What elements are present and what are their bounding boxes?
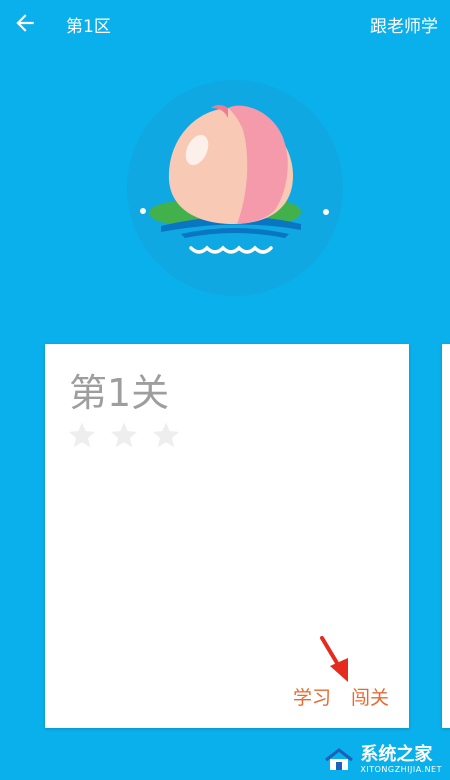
watermark-text: 系统之家 XITONGZHIJIA.NET — [360, 746, 442, 774]
challenge-button[interactable]: 闯关 — [351, 683, 389, 710]
level-card[interactable]: 第1关 学习 闯关 — [45, 344, 409, 728]
star-icon — [68, 422, 96, 448]
star-rating — [67, 420, 181, 450]
learn-button[interactable]: 学习 — [293, 683, 331, 710]
learn-with-teacher-link[interactable]: 跟老师学 — [370, 12, 438, 37]
watermark-main: 系统之家 — [360, 744, 433, 765]
peach-icon — [127, 80, 343, 296]
star-icon — [152, 422, 180, 448]
card-actions: 学习 闯关 — [293, 683, 389, 710]
pointer-arrow-icon — [320, 636, 348, 682]
top-bar: 第1区 跟老师学 — [0, 0, 450, 48]
watermark: 系统之家 XITONGZHIJIA.NET — [324, 746, 442, 774]
watermark-sub: XITONGZHIJIA.NET — [360, 765, 442, 774]
star-icon — [110, 422, 138, 448]
page-title: 第1区 — [66, 17, 111, 37]
house-logo-icon — [325, 748, 354, 770]
next-level-card[interactable] — [442, 344, 450, 728]
back-arrow-icon[interactable] — [12, 10, 38, 36]
level-title: 第1关 — [69, 371, 170, 415]
